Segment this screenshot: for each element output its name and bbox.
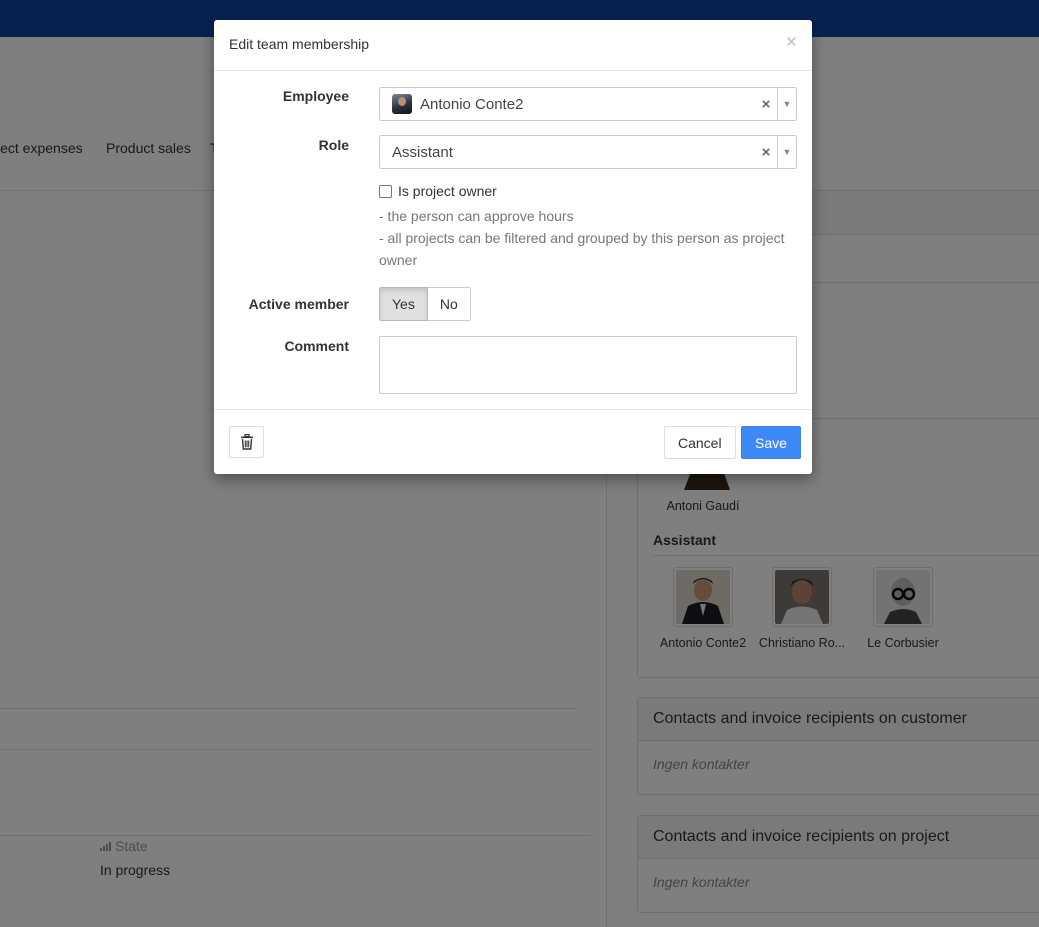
- dialog-header: Edit team membership ×: [214, 20, 812, 71]
- project-owner-label: Is project owner: [398, 183, 497, 199]
- delete-button[interactable]: [229, 426, 264, 458]
- active-yes-button[interactable]: Yes: [379, 287, 428, 321]
- active-no-button[interactable]: No: [427, 287, 471, 321]
- edit-team-membership-dialog: Edit team membership × Employee Antonio …: [214, 20, 812, 474]
- project-owner-help-line-2: - all projects can be filtered and group…: [379, 230, 785, 268]
- chevron-down-icon[interactable]: ▼: [777, 88, 796, 120]
- dialog-footer: Cancel Save: [214, 409, 812, 474]
- active-member-label: Active member: [248, 296, 349, 312]
- employee-label: Employee: [282, 88, 349, 104]
- cancel-button[interactable]: Cancel: [664, 426, 736, 459]
- project-owner-checkbox[interactable]: [379, 184, 392, 198]
- clear-icon[interactable]: ×: [755, 96, 777, 113]
- clear-icon[interactable]: ×: [755, 144, 777, 161]
- comment-label: Comment: [284, 338, 349, 354]
- active-member-toggle: Yes No: [379, 287, 471, 321]
- save-button[interactable]: Save: [741, 426, 801, 459]
- role-selected-value: Assistant: [380, 144, 755, 161]
- role-name: Assistant: [392, 143, 453, 161]
- dialog-title: Edit team membership: [229, 36, 370, 52]
- employee-selected-value: Antonio Conte2: [380, 94, 755, 114]
- employee-avatar: [392, 94, 412, 114]
- employee-name: Antonio Conte2: [420, 95, 524, 113]
- comment-textarea[interactable]: [379, 336, 797, 394]
- role-select[interactable]: Assistant × ▼: [379, 135, 797, 169]
- project-owner-option[interactable]: Is project owner: [379, 183, 497, 199]
- role-label: Role: [318, 137, 349, 153]
- project-owner-help-line-1: - the person can approve hours: [379, 208, 574, 224]
- close-icon[interactable]: ×: [786, 33, 797, 53]
- trash-icon: [240, 434, 253, 450]
- employee-select[interactable]: Antonio Conte2 × ▼: [379, 87, 797, 121]
- chevron-down-icon[interactable]: ▼: [777, 136, 796, 168]
